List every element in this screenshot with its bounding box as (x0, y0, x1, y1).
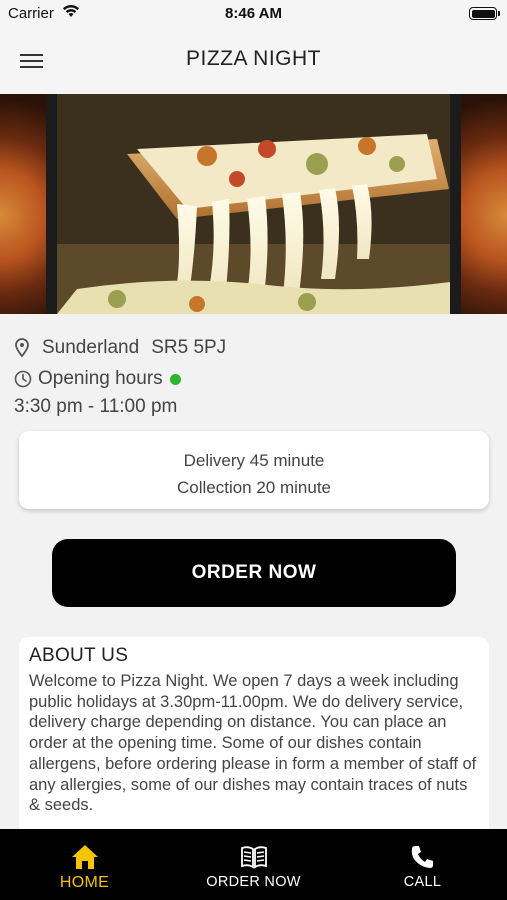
about-us-card: ABOUT US Welcome to Pizza Night. We open… (19, 637, 489, 837)
tab-home-label: HOME (59, 874, 110, 891)
open-status-indicator (169, 373, 181, 385)
image-carousel[interactable] (0, 94, 507, 314)
opening-hours-label: Opening hours (38, 368, 163, 389)
home-icon (71, 845, 98, 869)
carousel-slide-next[interactable] (461, 94, 507, 314)
service-times-card: Delivery 45 minute Collection 20 minute (19, 431, 489, 509)
tab-order-now[interactable]: ORDER NOW (169, 829, 338, 900)
menu-book-icon (240, 846, 267, 869)
store-location: Sunderland SR5 5PJ (14, 337, 226, 359)
tab-call-label: CALL (403, 874, 442, 890)
clock-time: 8:46 AM (225, 5, 282, 22)
pizza-cheese-image (57, 94, 450, 314)
carousel-slide-previous[interactable] (0, 94, 46, 314)
carousel-slide-pizza-image[interactable] (57, 94, 450, 314)
about-us-title: ABOUT US (29, 645, 129, 666)
tab-order-now-label: ORDER NOW (206, 874, 301, 890)
collection-time: Collection 20 minute (176, 478, 332, 497)
opening-hours-row: Opening hours (14, 368, 181, 390)
navigation-bar: PIZZA NIGHT (0, 30, 507, 94)
opening-hours-time: 3:30 pm - 11:00 pm (14, 396, 178, 417)
battery-icon (469, 7, 500, 20)
location-pin-icon (15, 338, 29, 358)
status-bar: Carrier 8:46 AM (0, 0, 507, 30)
location-city: Sunderland (42, 337, 140, 358)
phone-icon (411, 846, 433, 868)
delivery-time: Delivery 45 minute (183, 451, 325, 470)
about-us-text: Welcome to Pizza Night. We open 7 days a… (29, 672, 477, 815)
tab-call[interactable]: CALL (338, 829, 507, 900)
location-postcode: SR5 5PJ (151, 337, 227, 358)
bottom-tab-bar: HOME ORDER NOW CALL (0, 829, 507, 900)
page-title: PIZZA NIGHT (185, 47, 321, 70)
clock-icon (14, 370, 32, 388)
tab-home[interactable]: HOME (0, 829, 169, 900)
order-now-button[interactable]: ORDER NOW (52, 539, 456, 607)
